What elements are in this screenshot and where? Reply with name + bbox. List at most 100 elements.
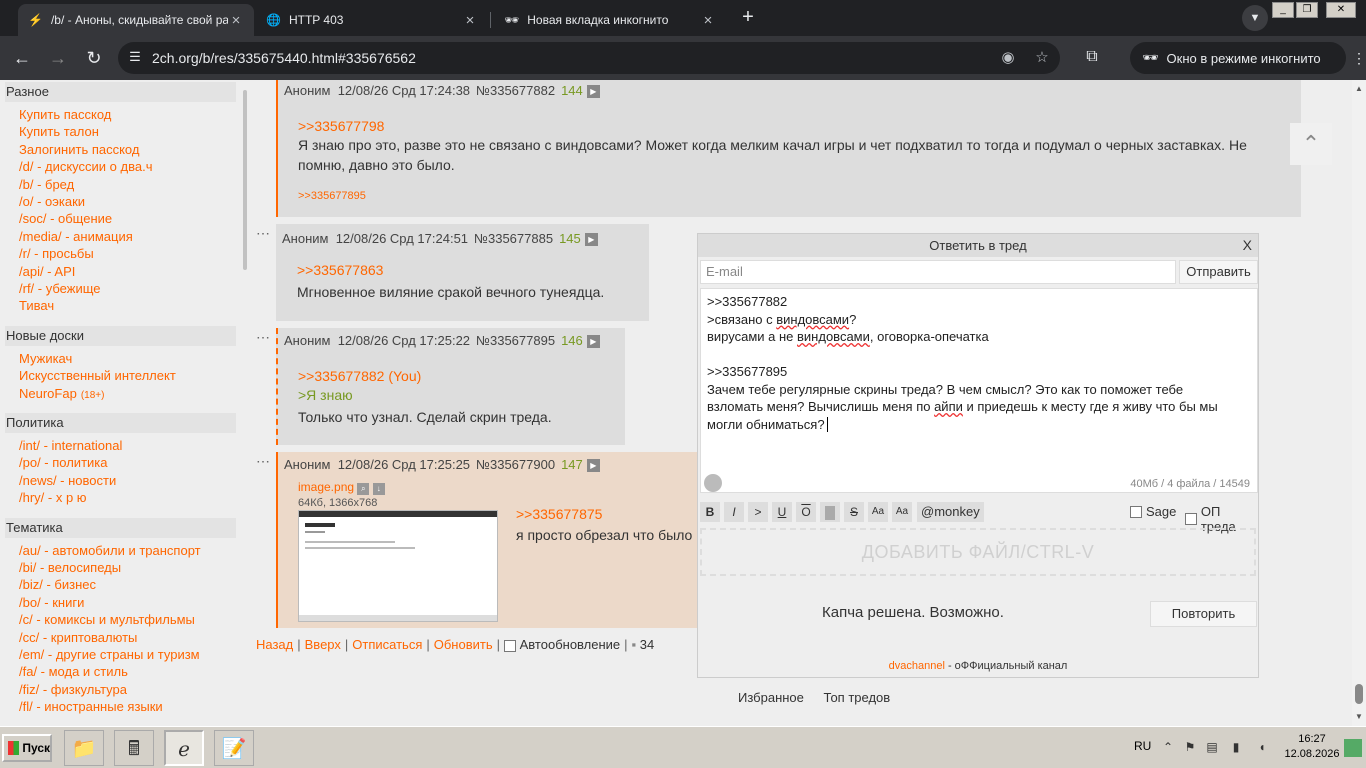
sidebar-board-link[interactable]: /bi/ - велосипеды [19, 559, 121, 576]
superscript-button[interactable]: Aa [868, 502, 888, 522]
reply-link[interactable]: >>335677882 (You) [298, 368, 421, 384]
new-tab-button[interactable]: + [738, 6, 758, 28]
page-scrollbar[interactable]: ▲ ▼ [1352, 80, 1366, 726]
italic-button[interactable]: I [724, 502, 744, 522]
sidebar-section-heading[interactable]: Политика [5, 413, 236, 433]
sidebar-board-link[interactable]: Купить талон [19, 123, 99, 140]
scroll-up-button[interactable]: ⌃ [1290, 123, 1332, 165]
sidebar-board-link[interactable]: /int/ - international [19, 437, 122, 454]
reply-link[interactable]: >>335677798 [298, 118, 384, 134]
incognito-indicator[interactable]: 🕶 Окно в режиме инкогнито [1130, 42, 1346, 74]
sidebar-board-link[interactable]: Залогинить пасскод [19, 141, 139, 158]
close-icon[interactable]: × [700, 12, 716, 29]
reload-icon[interactable]: ↻ [82, 46, 106, 70]
network-icon[interactable]: ▮ [1228, 739, 1244, 755]
comment-textarea[interactable]: >>335677882 >связано с виндовсами? вирусам… [700, 288, 1258, 493]
close-window-button[interactable]: ✕ [1326, 2, 1356, 18]
top-link[interactable]: Вверх [305, 637, 341, 652]
forward-arrow-icon[interactable]: → [46, 46, 70, 70]
tray-expand-icon[interactable]: ⌃ [1160, 739, 1176, 755]
sidebar-board-link[interactable]: /em/ - другие страны и туризм [19, 646, 200, 663]
close-icon[interactable]: X [1243, 234, 1252, 257]
site-info-icon[interactable]: ☰ [126, 49, 144, 67]
more-menu-icon[interactable]: ⋮ [1352, 50, 1366, 67]
sidebar-board-link[interactable]: /bo/ - книги [19, 594, 84, 611]
sidebar-board-link[interactable]: Мужикач [19, 350, 72, 367]
security-icon[interactable]: ⚑ [1182, 739, 1198, 755]
sidebar-board-link[interactable]: /fl/ - иностранные языки [19, 698, 163, 715]
explorer-icon[interactable]: 📁 [64, 730, 104, 766]
sidebar-section-heading[interactable]: Разное [5, 82, 236, 102]
language-indicator[interactable]: RU [1134, 739, 1151, 753]
tab-incognito[interactable]: 🕶 Новая вкладка инкогнито × [494, 4, 726, 36]
sidebar-board-link[interactable]: /news/ - новости [19, 472, 116, 489]
sage-checkbox[interactable]: Sage [1130, 504, 1176, 519]
tab-http-403[interactable]: 🌐 HTTP 403 × [256, 4, 488, 36]
post-menu-icon[interactable]: ⋯ [256, 329, 270, 346]
star-icon[interactable]: ☆ [1032, 48, 1052, 68]
image-thumbnail[interactable] [298, 510, 498, 622]
sidebar-board-link[interactable]: /fiz/ - физкультура [19, 681, 127, 698]
sidebar-board-link[interactable]: /api/ - API [19, 263, 75, 280]
unsubscribe-link[interactable]: Отписаться [352, 637, 422, 652]
sidebar-board-link[interactable]: Тивач [19, 297, 54, 314]
minimize-button[interactable]: _ [1272, 2, 1294, 18]
backlink[interactable]: >>335677895 [298, 190, 366, 202]
spoiler-button[interactable] [820, 502, 840, 522]
sidebar-board-link[interactable]: /fa/ - мода и стиль [19, 663, 128, 680]
show-desktop-icon[interactable] [1344, 739, 1362, 757]
sidebar-board-link[interactable]: /r/ - просьбы [19, 245, 94, 262]
back-arrow-icon[interactable]: ← [10, 46, 34, 70]
autoupdate-checkbox[interactable] [504, 639, 517, 652]
refresh-link[interactable]: Обновить [434, 637, 493, 652]
sidebar-board-link[interactable]: /soc/ - общение [19, 210, 112, 227]
sidebar-board-link[interactable]: /b/ - бред [19, 176, 74, 193]
send-button[interactable]: Отправить [1179, 260, 1258, 284]
email-field[interactable]: E-mail [700, 260, 1176, 284]
retry-button[interactable]: Повторить [1150, 601, 1257, 627]
volume-icon[interactable]: ◖ [1254, 739, 1270, 755]
sidebar-board-link[interactable]: /o/ - оэкаки [19, 193, 85, 210]
back-link[interactable]: Назад [256, 637, 293, 652]
sidebar-board-link[interactable]: /media/ - анимация [19, 228, 133, 245]
sidebar-board-link[interactable]: /rf/ - убежище [19, 280, 101, 297]
notepad-icon[interactable]: 📝 [214, 730, 254, 766]
sidebar-section-heading[interactable]: Новые доски [5, 325, 236, 346]
file-link[interactable]: image.png ⌕ ↓ [298, 480, 385, 495]
strike-button[interactable]: S [844, 502, 864, 522]
sidebar-board-link[interactable]: /cc/ - криптовалюты [19, 629, 137, 646]
address-bar[interactable]: ☰ 2ch.org/b/res/335675440.html#335676562… [118, 42, 1060, 74]
tab-search-button[interactable]: ▼ [1242, 5, 1268, 31]
reply-form-title[interactable]: Ответить в тред [698, 234, 1258, 257]
bold-button[interactable]: B [700, 502, 720, 522]
file-dropzone[interactable]: ДОБАВИТЬ ФАЙЛ/CTRL-V [700, 528, 1256, 576]
sidebar-scrollbar[interactable] [243, 90, 247, 270]
sidebar-board-link[interactable]: /d/ - дискуссии о два.ч [19, 158, 152, 175]
sidebar-section-heading[interactable]: Тематика [5, 517, 236, 538]
channel-link[interactable]: dvachannel [889, 660, 945, 672]
close-icon[interactable]: × [228, 12, 244, 29]
subscript-button[interactable]: Aa [892, 502, 912, 522]
control-panel-icon[interactable]: 🖩 [114, 730, 154, 766]
sidebar-board-link[interactable]: /po/ - политика [19, 454, 108, 471]
sidebar-board-link[interactable]: /hry/ - х р ю [19, 489, 87, 506]
top-threads-tab[interactable]: Топ тредов [816, 690, 899, 705]
device-icon[interactable]: ▤ [1204, 739, 1220, 755]
scrollbar-thumb[interactable] [1355, 684, 1363, 704]
clock[interactable]: 16:27 12.08.2026 [1284, 732, 1340, 762]
sidebar-board-link[interactable]: /c/ - комиксы и мультфильмы [19, 611, 195, 628]
tab-2ch[interactable]: ⚡ /b/ - Аноны, скидывайте свой раб × [18, 4, 254, 36]
overline-button[interactable]: O [796, 502, 816, 522]
favorites-tab[interactable]: Избранное [730, 690, 812, 705]
post-menu-icon[interactable]: ⋯ [256, 225, 270, 242]
url-text[interactable]: 2ch.org/b/res/335675440.html#335676562 [152, 50, 416, 66]
quote-button[interactable]: > [748, 502, 768, 522]
start-button[interactable]: Пуск [2, 734, 52, 762]
eye-off-icon[interactable]: ◉ [998, 48, 1018, 68]
monkey-button[interactable]: @monkey [917, 502, 984, 522]
reply-link[interactable]: >>335677875 [516, 506, 602, 522]
maximize-button[interactable]: ❐ [1296, 2, 1318, 18]
sidebar-board-link[interactable]: NeuroFap (18+) [19, 385, 104, 404]
reply-link[interactable]: >>335677863 [297, 262, 383, 278]
post-menu-icon[interactable]: ⋯ [256, 453, 270, 470]
